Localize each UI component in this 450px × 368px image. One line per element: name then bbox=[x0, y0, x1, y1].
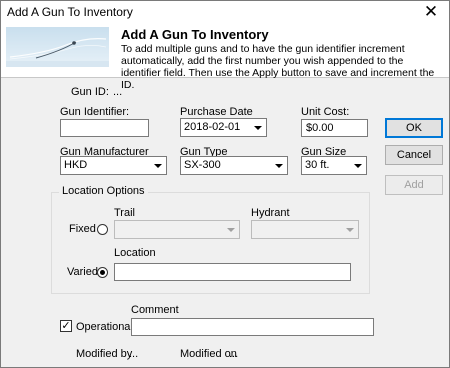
gun-id-label: Gun ID: bbox=[71, 86, 109, 98]
chevron-down-icon[interactable] bbox=[150, 157, 166, 174]
chevron-down-icon[interactable] bbox=[223, 221, 239, 238]
gun-manufacturer-value: HKD bbox=[64, 159, 88, 171]
comment-label: Comment bbox=[131, 304, 179, 316]
operational-label: Operational bbox=[76, 321, 133, 333]
varied-radio[interactable] bbox=[97, 267, 108, 278]
gun-size-select[interactable]: 30 ft. bbox=[301, 156, 367, 175]
dialog-window: Add A Gun To Inventory ✕ Add A Gun To In… bbox=[0, 0, 450, 368]
cancel-button[interactable]: Cancel bbox=[385, 145, 443, 165]
gun-type-value: SX-300 bbox=[184, 159, 221, 171]
hydrant-label: Hydrant bbox=[251, 207, 290, 219]
fixed-radio[interactable] bbox=[97, 224, 108, 235]
chevron-down-icon[interactable] bbox=[271, 157, 287, 174]
window-title: Add A Gun To Inventory bbox=[7, 5, 133, 19]
gun-type-select[interactable]: SX-300 bbox=[180, 156, 288, 175]
varied-label: Varied bbox=[67, 266, 98, 278]
header-banner: Add A Gun To Inventory To add multiple g… bbox=[1, 23, 449, 91]
comment-input[interactable] bbox=[131, 318, 374, 336]
gun-size-value: 30 ft. bbox=[305, 159, 330, 171]
chevron-down-icon[interactable] bbox=[250, 119, 266, 136]
purchase-date-label: Purchase Date bbox=[180, 106, 253, 118]
chevron-down-icon[interactable] bbox=[350, 157, 366, 174]
close-icon[interactable]: ✕ bbox=[421, 2, 441, 22]
trail-label: Trail bbox=[114, 207, 135, 219]
location-input[interactable] bbox=[114, 263, 351, 281]
ok-button[interactable]: OK bbox=[385, 118, 443, 138]
trail-select[interactable] bbox=[114, 220, 240, 239]
banner-description: To add multiple guns and to have the gun… bbox=[121, 43, 435, 91]
chevron-down-icon[interactable] bbox=[342, 221, 358, 238]
purchase-date-picker[interactable]: 2018-02-01 bbox=[180, 118, 267, 137]
location-options-legend: Location Options bbox=[59, 185, 148, 197]
purchase-date-value: 2018-02-01 bbox=[184, 121, 241, 133]
gun-identifier-label: Gun Identifier: bbox=[60, 106, 130, 118]
fire-hose-spray-icon bbox=[6, 27, 109, 67]
gun-identifier-input[interactable] bbox=[60, 119, 149, 137]
modified-by-label: Modified by bbox=[76, 348, 133, 360]
add-button[interactable]: Add bbox=[385, 175, 443, 195]
gun-id-value: ... bbox=[113, 86, 123, 98]
gun-manufacturer-select[interactable]: HKD bbox=[60, 156, 167, 175]
title-bar[interactable]: Add A Gun To Inventory ✕ bbox=[1, 1, 449, 23]
banner-title: Add A Gun To Inventory bbox=[121, 27, 269, 42]
unit-cost-label: Unit Cost: bbox=[301, 106, 350, 118]
unit-cost-input[interactable]: $0.00 bbox=[301, 119, 368, 137]
fixed-label: Fixed bbox=[69, 223, 96, 235]
radio-selected-dot bbox=[100, 270, 105, 275]
operational-checkbox[interactable]: ✓ bbox=[60, 320, 72, 332]
modified-by-value: ... bbox=[129, 348, 139, 360]
modified-on-value: ... bbox=[229, 348, 239, 360]
location-label: Location bbox=[114, 247, 156, 259]
hydrant-select[interactable] bbox=[251, 220, 359, 239]
